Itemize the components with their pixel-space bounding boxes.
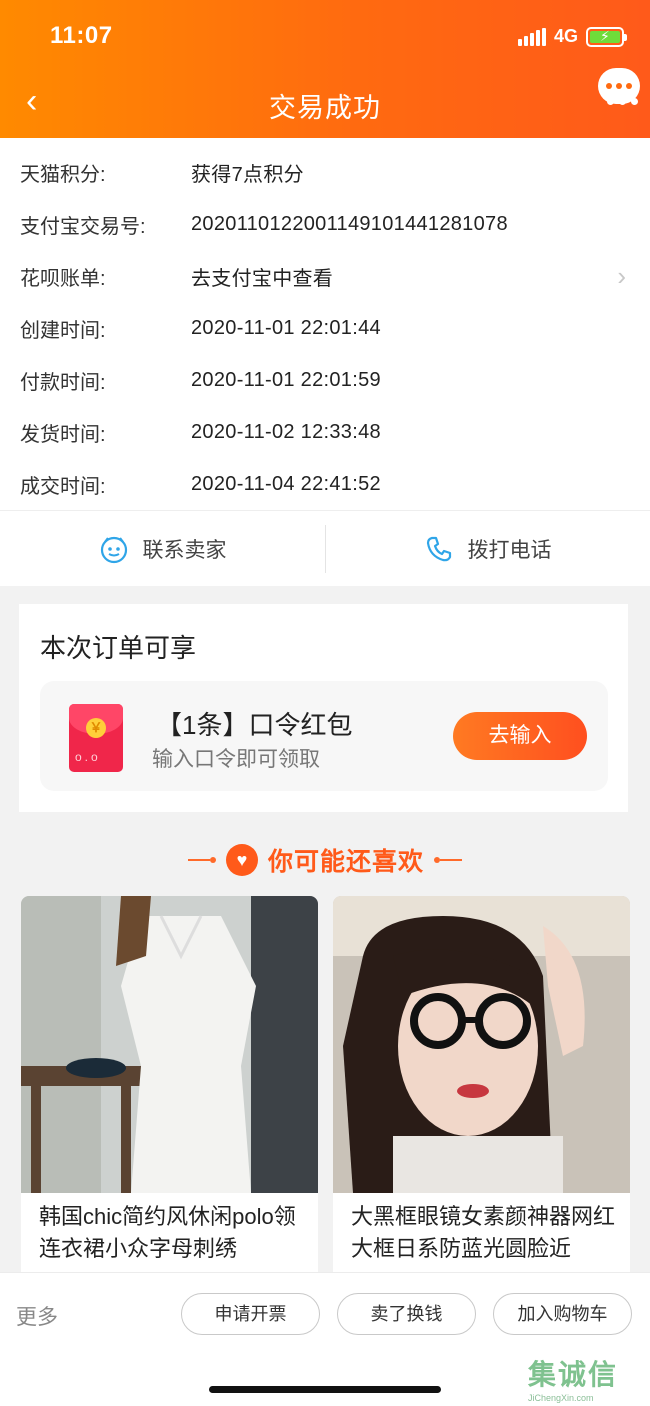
info-value: 2020-11-04 22:41:52 — [191, 472, 381, 495]
info-key: 天猫积分: — [20, 163, 106, 186]
call-phone-label: 拨打电话 — [467, 538, 552, 562]
more-button[interactable]: 更多 — [16, 1301, 58, 1331]
contact-actions: 联系卖家 拨打电话 — [0, 510, 650, 586]
decor-line-left — [187, 857, 216, 863]
info-row-alipay-no: 支付宝交易号: 20201101220011491014412810​78 — [0, 198, 650, 250]
info-key: 创建时间: — [20, 319, 106, 342]
heart-icon: ♥ — [225, 844, 258, 876]
info-key: 成交时间: — [20, 475, 106, 498]
info-row-points: 天猫积分: 获得7点积分 — [0, 146, 650, 198]
info-key: 付款时间: — [20, 371, 106, 394]
recommend-heading: ♥ 你可能还喜欢 — [0, 840, 650, 880]
info-value: 20201101220011491014412810​78 — [191, 212, 508, 235]
status-icons: 4G ⚡ — [517, 26, 627, 47]
more-dots-icon[interactable] — [607, 98, 638, 105]
info-row-paid: 付款时间: 2020-11-01 22:01:59 — [0, 354, 650, 406]
chat-face-icon — [100, 536, 127, 563]
info-key: 花呗账单: — [20, 267, 106, 290]
product-image-dress[interactable] — [21, 896, 318, 1193]
decor-line-right — [434, 857, 462, 863]
coupon-title: 【1条】口令红包 — [156, 710, 353, 740]
benefit-title: 本次订单可享 — [40, 633, 197, 663]
header-bar: 11:07 4G ⚡ ‹ 交易成功 — [0, 0, 650, 138]
apply-invoice-button[interactable]: 申请开票 — [181, 1293, 320, 1335]
watermark-url: JiChengXin.com — [528, 1393, 594, 1403]
contact-seller-label: 联系卖家 — [142, 538, 227, 562]
product-card[interactable]: 大黑框眼镜女素颜神器网红大框日系防蓝光圆脸近 — [333, 896, 630, 1286]
red-packet-icon: ￥ o.o — [69, 704, 123, 772]
info-key: 支付宝交易号: — [20, 215, 146, 238]
order-benefit-card: 本次订单可享 ￥ o.o 【1条】口令红包 输入口令即可领取 去输入 — [19, 604, 628, 812]
site-watermark: 集诚信 JiChengXin.com — [528, 1353, 636, 1403]
info-row-created: 创建时间: 2020-11-01 22:01:44 — [0, 302, 650, 354]
info-value[interactable]: 去支付宝中查看 — [191, 262, 333, 291]
info-value: 2020-11-02 12:33:48 — [191, 420, 381, 443]
info-key: 发货时间: — [20, 423, 106, 446]
info-row-shipped: 发货时间: 2020-11-02 12:33:48 — [0, 406, 650, 458]
product-image-glasses[interactable] — [333, 896, 630, 1193]
coupon-subtitle: 输入口令即可领取 — [152, 748, 320, 771]
info-row-huabei[interactable]: 花呗账单: 去支付宝中查看 › — [0, 250, 650, 302]
status-time: 11:07 — [50, 22, 113, 49]
recommend-title: 你可能还喜欢 — [267, 848, 424, 876]
phone-icon — [426, 536, 451, 561]
watermark-text: 集诚信 — [528, 1359, 619, 1390]
product-name[interactable]: 大黑框眼镜女素颜神器网红大框日系防蓝光圆脸近 — [351, 1201, 621, 1265]
product-card[interactable]: 韩国chic简约风休闲polo领连衣裙小众字母刺绣 — [21, 896, 318, 1286]
call-phone-button[interactable]: 拨打电话 — [325, 511, 650, 586]
info-value: 2020-11-01 22:01:59 — [191, 368, 381, 391]
info-value: 获得7点积分 — [191, 163, 304, 186]
contact-seller-button[interactable]: 联系卖家 — [0, 511, 325, 586]
yuan-coin-icon: ￥ — [86, 718, 106, 738]
info-row-completed: 成交时间: 2020-11-04 22:41:52 — [0, 458, 650, 510]
add-to-cart-button[interactable]: 加入购物车 — [493, 1293, 632, 1335]
network-label: 4G — [553, 26, 578, 46]
enter-code-button[interactable]: 去输入 — [453, 712, 587, 760]
resell-button[interactable]: 卖了换钱 — [337, 1293, 476, 1335]
divider — [325, 525, 326, 573]
order-info-section: 天猫积分: 获得7点积分 支付宝交易号: 2020110122001149101… — [0, 138, 650, 510]
cat-face-icon: o.o — [75, 750, 101, 764]
battery-icon: ⚡ — [586, 26, 627, 47]
page-title: 交易成功 — [269, 93, 381, 123]
signal-icon — [517, 27, 546, 46]
info-value: 2020-11-01 22:01:44 — [191, 316, 381, 339]
chevron-right-icon: › — [617, 260, 626, 291]
red-packet-coupon[interactable]: ￥ o.o 【1条】口令红包 输入口令即可领取 去输入 — [40, 681, 608, 791]
home-indicator[interactable] — [209, 1386, 441, 1393]
product-name[interactable]: 韩国chic简约风休闲polo领连衣裙小众字母刺绣 — [39, 1201, 309, 1265]
